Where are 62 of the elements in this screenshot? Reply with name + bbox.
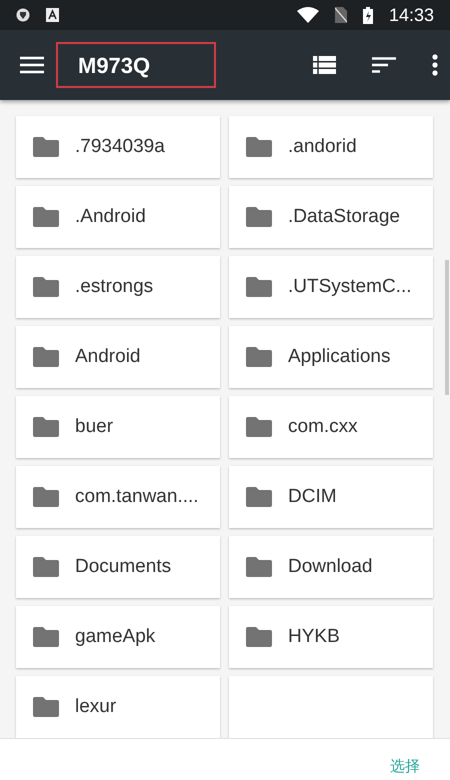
folder-name: Documents: [75, 554, 172, 579]
folder-icon: [246, 417, 272, 437]
folder-icon: [33, 697, 59, 717]
folder-card[interactable]: .DataStorage: [229, 186, 433, 248]
folder-name: com.cxx: [288, 414, 358, 439]
folder-icon: [246, 137, 272, 157]
wifi-icon: [296, 7, 319, 23]
folder-name: gameApk: [75, 624, 156, 649]
toolbar-title: M973Q: [56, 42, 216, 88]
folder-name: buer: [75, 414, 114, 439]
folder-name: .DataStorage: [288, 204, 400, 229]
list-view-icon[interactable]: [313, 56, 336, 74]
folder-card[interactable]: .7934039a: [16, 116, 220, 178]
folder-card[interactable]: Documents: [16, 536, 220, 598]
folder-name: DCIM: [288, 484, 337, 509]
folder-name: lexur: [75, 694, 116, 719]
folder-icon: [33, 557, 59, 577]
folder-card[interactable]: .estrongs: [16, 256, 220, 318]
folder-card[interactable]: com.cxx: [229, 396, 433, 458]
folder-name: HYKB: [288, 624, 340, 649]
folder-icon: [246, 627, 272, 647]
folder-card[interactable]: com.tanwan....: [16, 466, 220, 528]
no-sim-icon: [334, 7, 347, 23]
folder-card[interactable]: Applications: [229, 326, 433, 388]
folder-card[interactable]: DCIM: [229, 466, 433, 528]
folder-icon: [246, 207, 272, 227]
folder-name: Android: [75, 344, 140, 369]
folder-icon: [246, 557, 272, 577]
folder-card[interactable]: gameApk: [16, 606, 220, 668]
folder-name: .7934039a: [75, 134, 165, 159]
folder-icon: [246, 347, 272, 367]
folder-icon: [33, 207, 59, 227]
folder-card[interactable]: lexur: [16, 676, 220, 738]
folder-name: .Android: [75, 204, 146, 229]
battery-charging-icon: [362, 6, 373, 24]
folder-name: Download: [288, 554, 372, 579]
folder-icon: [33, 137, 59, 157]
folder-card[interactable]: .Android: [16, 186, 220, 248]
folder-card[interactable]: Download: [229, 536, 433, 598]
folder-name: com.tanwan....: [75, 484, 199, 509]
folder-icon: [33, 627, 59, 647]
folder-icon: [246, 487, 272, 507]
more-icon[interactable]: [432, 54, 438, 76]
font-icon: [46, 8, 59, 22]
folder-icon: [33, 347, 59, 367]
folder-icon: [246, 277, 272, 297]
clock-time: 14:33: [388, 4, 434, 26]
folder-card[interactable]: HYKB: [229, 606, 433, 668]
sort-icon[interactable]: [372, 57, 396, 73]
menu-icon[interactable]: [20, 56, 44, 74]
shield-icon: [16, 8, 30, 22]
folder-card[interactable]: .UTSystemC...: [229, 256, 433, 318]
folder-card[interactable]: .andorid: [229, 116, 433, 178]
folder-name: .andorid: [288, 134, 357, 159]
folder-name: Applications: [288, 344, 390, 369]
folder-icon: [33, 487, 59, 507]
folder-icon: [33, 277, 59, 297]
folder-card[interactable]: buer: [16, 396, 220, 458]
folder-icon: [33, 417, 59, 437]
folder-name: .UTSystemC...: [288, 274, 412, 299]
folder-name: .estrongs: [75, 274, 154, 299]
folder-card[interactable]: Android: [16, 326, 220, 388]
